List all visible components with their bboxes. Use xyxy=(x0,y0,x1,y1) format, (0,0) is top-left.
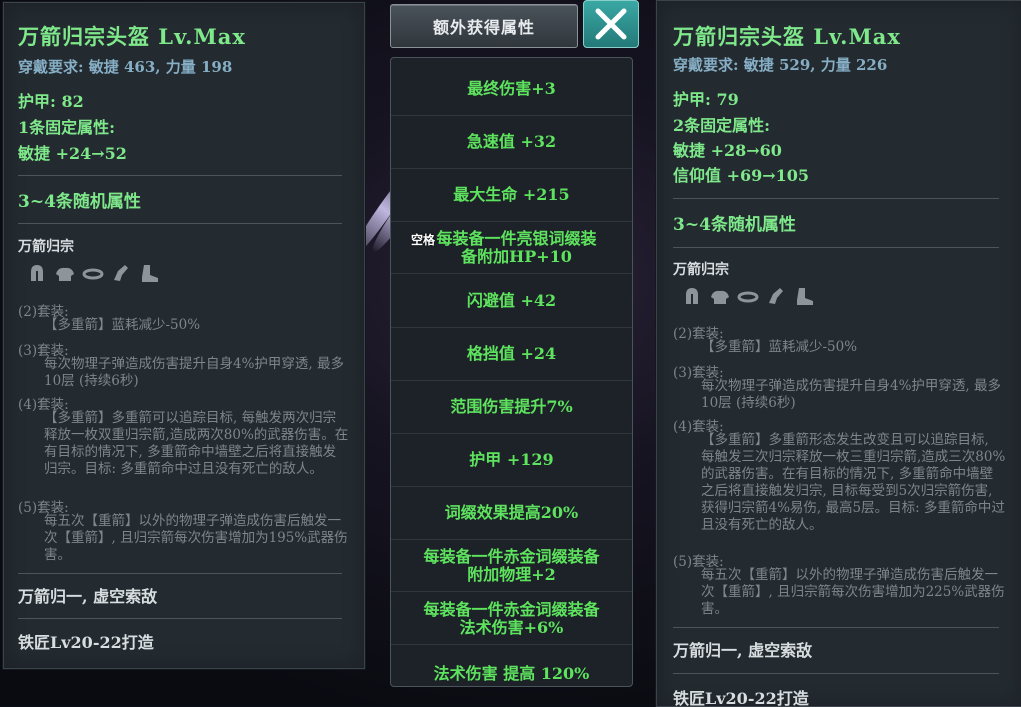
attr-item: 每装备一件赤金词缀装备附加物理+2 xyxy=(391,540,632,592)
extra-attributes-button[interactable]: 额外获得属性 xyxy=(390,4,578,48)
close-button[interactable] xyxy=(583,0,639,48)
fixed-attr-count: 1条固定属性: xyxy=(18,118,116,137)
set-name: 万箭归宗 xyxy=(18,239,74,255)
set-bonus-text: 每次物理子弹造成伤害提升自身4%护甲穿透, 最多10层 (持续6秒) xyxy=(44,356,344,389)
flavor-text: 万箭归一, 虚空索敌 xyxy=(673,641,813,660)
shoulder-armor-icon[interactable] xyxy=(709,285,731,307)
belt-icon[interactable] xyxy=(737,285,759,307)
gauntlet-icon[interactable] xyxy=(765,285,787,307)
item-title: 万箭归宗头盔 Lv.Max xyxy=(673,24,901,49)
wear-requirement: 穿戴要求: 敏捷 463, 力量 198 xyxy=(18,58,233,76)
random-attr-label: 3~4条随机属性 xyxy=(673,215,796,235)
set-bonus-text: 【多重箭】多重箭可以追踪目标, 每触发两次归宗释放一枚双重归宗箭,造成两次80%… xyxy=(44,410,349,477)
item-title: 万箭归宗头盔 Lv.Max xyxy=(18,24,246,49)
set-bonus-text: 【多重箭】多重箭形态发生改变且可以追踪目标, 每触发三次归宗释放一枚三重归宗箭,… xyxy=(701,432,1006,533)
flavor-text: 万箭归一, 虚空索敌 xyxy=(18,587,158,606)
attr-item: 格挡值 +24 xyxy=(391,328,632,381)
divider xyxy=(673,198,999,199)
attr-item: 急速值 +32 xyxy=(391,116,632,169)
attr-item: 护甲 +129 xyxy=(391,434,632,487)
divider xyxy=(673,673,999,674)
helmet-icon[interactable] xyxy=(26,262,48,284)
set-piece-icons xyxy=(26,262,160,284)
set-bonus-text: 【多重箭】蓝耗减少-50% xyxy=(701,339,858,355)
helmet-icon[interactable] xyxy=(681,285,703,307)
set-name: 万箭归宗 xyxy=(673,262,729,278)
fixed-attr: 敏捷 +28→60 xyxy=(673,141,782,160)
divider xyxy=(18,618,342,619)
armor-stat: 护甲: 82 xyxy=(18,92,84,111)
attr-item: 闪避值 +42 xyxy=(391,275,632,328)
fixed-attr-count: 2条固定属性: xyxy=(673,116,771,135)
gauntlet-icon[interactable] xyxy=(110,262,132,284)
crafter-text: 铁匠Lv20-22打造 xyxy=(673,689,809,707)
attr-item: 最大生命 +215 xyxy=(391,169,632,222)
set-bonus-text: 每五次【重箭】以外的物理子弹造成伤害后触发一次【重箭】, 且归宗箭每次伤害增加为… xyxy=(701,567,1005,617)
attr-item: 每装备一件亮银词缀装备附加HP+10 xyxy=(391,222,632,274)
boots-icon[interactable] xyxy=(138,262,160,284)
attr-item: 法术伤害 提高 120% xyxy=(433,664,590,683)
set-piece-icons xyxy=(681,285,815,307)
crafter-text: 铁匠Lv20-22打造 xyxy=(18,633,154,652)
attr-item: 最终伤害+3 xyxy=(391,63,632,116)
wear-requirement: 穿戴要求: 敏捷 529, 力量 226 xyxy=(673,56,888,74)
attr-item: 范围伤害提升7% xyxy=(391,381,632,434)
item-tooltip-right: 万箭归宗头盔 Lv.Max 穿戴要求: 敏捷 529, 力量 226 护甲: 7… xyxy=(656,0,1021,707)
shoulder-armor-icon[interactable] xyxy=(54,262,76,284)
boots-icon[interactable] xyxy=(793,285,815,307)
divider xyxy=(673,627,999,628)
attr-item: 每装备一件赤金词缀装备法术伤害+6% xyxy=(391,593,632,645)
divider xyxy=(18,223,342,224)
extra-attributes-list[interactable]: 最终伤害+3 急速值 +32 最大生命 +215 每装备一件亮银词缀装备附加HP… xyxy=(390,57,633,687)
random-attr-label: 3~4条随机属性 xyxy=(18,192,141,212)
divider xyxy=(18,175,342,176)
divider xyxy=(18,573,342,574)
armor-stat: 护甲: 79 xyxy=(673,90,739,109)
attr-item: 词缀效果提高20% xyxy=(391,487,632,540)
set-bonus-text: 每五次【重箭】以外的物理子弹造成伤害后触发一次【重箭】, 且归宗箭每次伤害增加为… xyxy=(44,513,348,563)
item-tooltip-left: 万箭归宗头盔 Lv.Max 穿戴要求: 敏捷 463, 力量 198 护甲: 8… xyxy=(3,2,365,669)
set-bonus-text: 每次物理子弹造成伤害提升自身4%护甲穿透, 最多10层 (持续6秒) xyxy=(701,378,1001,411)
divider xyxy=(673,247,999,248)
hotkey-hint: 空格 xyxy=(411,233,436,247)
belt-icon[interactable] xyxy=(82,262,104,284)
fixed-attr: 敏捷 +24→52 xyxy=(18,144,127,163)
fixed-attr: 信仰值 +69→105 xyxy=(673,166,810,185)
close-icon xyxy=(595,8,627,40)
set-bonus-text: 【多重箭】蓝耗减少-50% xyxy=(44,317,201,333)
